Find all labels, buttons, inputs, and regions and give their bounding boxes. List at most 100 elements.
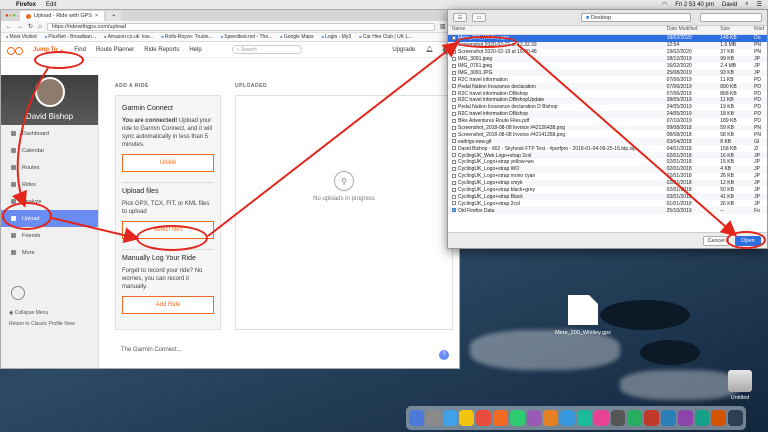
dock-app-icon[interactable] xyxy=(459,410,475,426)
dock-app-icon[interactable] xyxy=(644,410,659,426)
sidebar-item-calendar[interactable]: Calendar xyxy=(1,142,98,159)
col-size[interactable]: Size xyxy=(716,26,750,34)
site-search-input[interactable]: ⌕ Search xyxy=(231,45,302,54)
library-icon[interactable]: ▥ xyxy=(440,23,446,30)
dock-app-icon[interactable] xyxy=(560,410,575,426)
view-mode-button[interactable]: ☷ xyxy=(453,13,467,22)
file-row[interactable]: R2C travel information DBishopUpdate 28/0… xyxy=(448,97,767,104)
menu-edit[interactable]: Edit xyxy=(46,2,56,8)
dock-app-icon[interactable] xyxy=(425,410,441,426)
disk-label[interactable]: Untitled xyxy=(720,395,760,401)
collapse-menu-link[interactable]: ◉ Collapse Menu xyxy=(9,308,75,319)
file-row[interactable]: David Bishop - 902 - Skyhook FTP Test - … xyxy=(448,145,767,152)
file-row[interactable]: Screenshot_2018-08-08 Invoice #42126438.… xyxy=(448,124,767,132)
forward-icon[interactable]: → xyxy=(17,24,23,30)
close-tab-icon[interactable]: × xyxy=(95,13,98,19)
col-kind[interactable]: Kind xyxy=(750,26,767,34)
file-row[interactable]: IMG_3091.jpeg 18/12/2019 99 KB JP xyxy=(448,55,767,63)
menu-app-name[interactable]: Firefox xyxy=(16,2,36,8)
dock-app-icon[interactable] xyxy=(610,410,626,426)
nav-ride-reports[interactable]: Ride Reports xyxy=(144,47,179,53)
profile-avatar[interactable] xyxy=(35,77,65,107)
bell-icon[interactable]: 🔔︎ xyxy=(425,46,433,53)
file-row[interactable]: CyclingUK_Web Logo+strap 2col 02/01/2018 1… xyxy=(448,152,767,160)
dock-app-icon[interactable] xyxy=(660,410,676,426)
sidebar-item-routes[interactable]: Routes xyxy=(1,159,98,176)
file-row[interactable]: Screenshot 2020-02-19 at 16.00.48 19/02/2… xyxy=(448,49,767,56)
file-row[interactable]: IMG_3091.JPG 25/08/2019 93 KB JP xyxy=(448,69,767,77)
bookmark-item[interactable]: Amazon.co.uk: low... xyxy=(104,34,154,40)
dock-app-icon[interactable] xyxy=(694,410,710,426)
dock-app-icon[interactable] xyxy=(576,410,592,426)
file-row[interactable]: IMG_0761.jpeg 16/02/2020 2.4 MB JP xyxy=(448,63,767,70)
bookmark-item[interactable]: Car Hire Club | UK L... xyxy=(359,34,413,40)
nav-find[interactable]: Find xyxy=(74,47,86,53)
profile-name[interactable]: David Bishop xyxy=(1,112,98,121)
desktop-file-label[interactable]: Mere_200_Whitley.gpx xyxy=(550,330,616,337)
file-row[interactable]: CyclingUK_Logo+strap cmyk 02/01/2018 12 KB… xyxy=(448,179,767,187)
list-icon[interactable]: ☰ xyxy=(757,1,762,8)
col-name[interactable]: Name xyxy=(448,26,663,34)
dock-app-icon[interactable] xyxy=(476,410,491,426)
bookmark-item[interactable]: Rolls-Royce: Truste... xyxy=(161,34,213,40)
upgrade-link[interactable]: Upgrade xyxy=(392,47,415,53)
dock-app-icon[interactable] xyxy=(543,410,559,426)
nav-help[interactable]: Help xyxy=(189,47,201,53)
classic-profile-link[interactable]: Return to Classic Profile View xyxy=(9,319,75,330)
col-date[interactable]: Date Modified xyxy=(663,26,717,34)
tab-upload[interactable]: Upload - Ride with GPS × xyxy=(19,11,105,21)
wifi-icon[interactable]: ◠ xyxy=(662,1,667,8)
file-row[interactable]: CyclingUK_Logo+strap yellow+wo 02/01/2018… xyxy=(448,159,767,166)
sidebar-item-more[interactable]: More xyxy=(1,244,98,261)
bookmark-item[interactable]: Speedtest.net - The... xyxy=(221,34,272,40)
file-row[interactable]: CyclingUK_Logo+strap 2col 01/01/2018 26 KB… xyxy=(448,200,767,207)
folder-row[interactable]: Old Firefox Data 25/10/2019 -- Fo xyxy=(448,207,767,215)
file-row[interactable]: Pedal Nation Insurance declaration 07/06/… xyxy=(448,83,767,91)
dock-app-icon[interactable] xyxy=(593,410,609,426)
rwgps-logo-icon[interactable] xyxy=(7,46,23,55)
file-row[interactable]: CyclingUK_Logo+strap Black 03/01/2018 41 K… xyxy=(448,193,767,201)
file-row[interactable]: Screenshot_2018-08-08 Invoice #42141358.… xyxy=(448,131,767,138)
sidebar-item-friends[interactable]: Friends xyxy=(1,227,98,244)
bookmark-item[interactable]: Google Maps xyxy=(280,34,314,40)
dock-app-icon[interactable] xyxy=(442,410,458,426)
back-icon[interactable]: ← xyxy=(6,24,12,30)
home-icon[interactable]: ⌂ xyxy=(38,24,42,30)
cancel-button[interactable]: Cancel xyxy=(703,236,729,246)
new-tab-button[interactable]: + xyxy=(106,11,122,21)
sidebar-item-rides[interactable]: Rides xyxy=(1,176,98,193)
dock-app-icon[interactable] xyxy=(509,410,525,426)
file-row[interactable]: R2C travel information 07/06/2019 11 KB PD xyxy=(448,76,767,83)
traffic-lights[interactable]: ●●● xyxy=(5,13,16,19)
unlink-button[interactable]: Unlink xyxy=(122,154,214,172)
file-row[interactable]: Pedal Nation Insurance declaration D Bis… xyxy=(448,104,767,111)
reload-icon[interactable]: ↻ xyxy=(28,23,33,30)
dock-app-icon[interactable] xyxy=(711,410,727,426)
sidebar-item-dashboard[interactable]: Dashboard xyxy=(1,125,98,142)
bookmark-item[interactable]: Most Visited xyxy=(6,34,37,40)
location-select[interactable]: ■ Desktop xyxy=(581,13,691,22)
dock-app-icon[interactable] xyxy=(492,410,508,426)
dock-app-icon[interactable] xyxy=(409,410,424,426)
badge-icon[interactable] xyxy=(11,286,25,300)
add-ride-button[interactable]: Add Ride xyxy=(122,296,214,314)
file-row[interactable]: CyclingUK_Logo+strap black+grey 02/01/201… xyxy=(448,187,767,194)
nav-route-planner[interactable]: Route Planner xyxy=(96,47,134,53)
spotlight-icon[interactable]: ⌕ xyxy=(745,1,748,8)
file-row[interactable]: CyclingUK_Logo+strap mono cyan 02/01/2018… xyxy=(448,173,767,180)
file-row[interactable]: R2C travel information DBishop 07/06/2019… xyxy=(448,90,767,97)
new-folder-button[interactable]: ▭ xyxy=(472,13,486,22)
file-row[interactable]: R2C travel information DBishop 24/05/2019… xyxy=(448,110,767,118)
file-row[interactable]: CyclingUK_Logo+strap WO 02/01/2018 4 KB JP xyxy=(448,165,767,173)
bookmark-item[interactable]: Login - My3 xyxy=(322,34,351,40)
help-icon[interactable]: ? xyxy=(439,350,449,360)
bookmark-item[interactable]: PlusNet - Broadban... xyxy=(45,34,96,40)
dock-app-icon[interactable] xyxy=(627,410,643,426)
desktop-gpx-file-icon[interactable] xyxy=(568,295,598,325)
file-row[interactable]: Bike Adventures Route Files.pdf 07/10/201… xyxy=(448,118,767,125)
menu-user[interactable]: David xyxy=(722,2,737,8)
dock-app-icon[interactable] xyxy=(677,410,693,426)
menu-clock[interactable]: Fri 2 53 40 pm xyxy=(675,2,714,8)
dock-app-icon[interactable] xyxy=(728,410,743,426)
dock-app-icon[interactable] xyxy=(526,410,542,426)
